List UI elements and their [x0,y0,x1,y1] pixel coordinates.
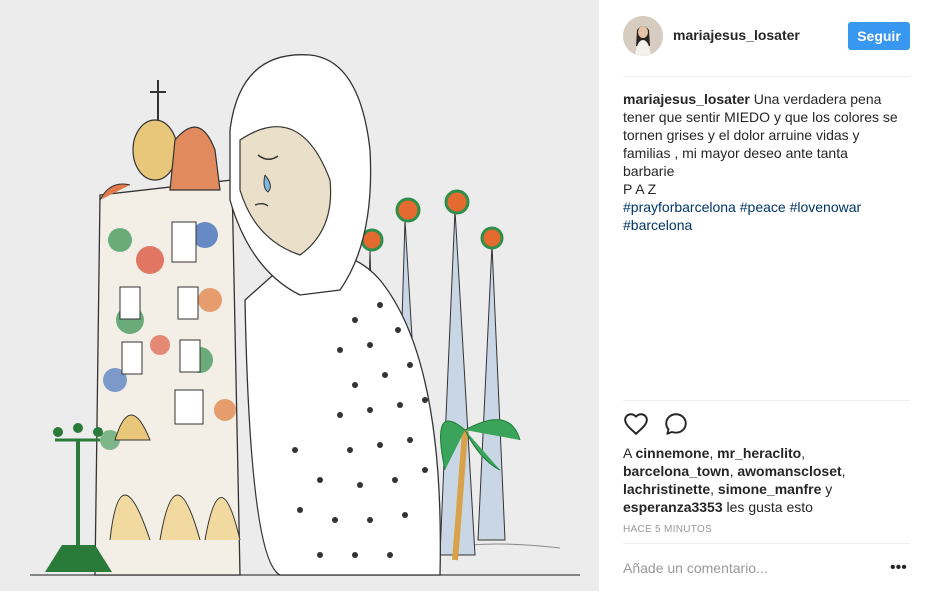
caption-text-line4: familias , mi mayor deseo ante tanta [623,145,848,161]
likes-prefix: A [623,445,632,461]
caption-username-link[interactable]: mariajesus_losater [623,91,750,107]
caption-text-line5: barbarie [623,163,675,179]
liker-link[interactable]: lachristinette [623,481,710,497]
hashtag-link[interactable]: #peace [740,199,786,215]
caption-text-line1: Una verdadera pena [753,91,882,107]
avatar[interactable] [623,16,663,56]
post-actions [623,400,910,441]
likes-summary: A cinnemone, mr_heraclito, barcelona_tow… [623,444,913,516]
liker-link[interactable]: esperanza3353 [623,499,723,515]
hashtag-link[interactable]: #barcelona [623,217,692,233]
more-options-icon[interactable]: ••• [890,558,907,578]
likes-separator: , [710,481,715,497]
liker-link[interactable]: cinnemone [635,445,709,461]
post-timestamp[interactable]: Hace 5 minutos [623,524,712,535]
hashtag-link[interactable]: #lovenowar [790,199,862,215]
avatar-image [623,16,663,56]
caption-text-line2: tener que sentir MIEDO y que los colores… [623,109,898,125]
illustration [0,0,598,591]
comment-icon[interactable] [663,411,689,437]
liker-link[interactable]: mr_heraclito [717,445,801,461]
likes-separator: , [729,463,734,479]
liker-link[interactable]: awomanscloset [737,463,841,479]
post-sidebar: mariajesus_losater Seguir mariajesus_los… [598,0,928,591]
post-header: mariajesus_losater Seguir [623,16,910,77]
likes-separator: , [841,463,846,479]
comment-input[interactable] [623,558,863,578]
post-image[interactable] [0,0,598,591]
likes-separator: , [709,445,714,461]
caption-text-line3: tornen grises y el dolor arruine vidas y [623,127,860,143]
caption-text-line6: P A Z [623,181,657,197]
likes-and: y [825,481,833,497]
likes-suffix: les gusta esto [726,499,813,515]
likes-separator: , [801,445,806,461]
hashtag-link[interactable]: #prayforbarcelona [623,199,736,215]
comment-bar: ••• [623,543,910,592]
post-caption: mariajesus_losater Una verdadera pena te… [623,90,913,234]
liker-link[interactable]: barcelona_town [623,463,730,479]
username-link[interactable]: mariajesus_losater [673,27,800,43]
follow-button[interactable]: Seguir [848,22,910,50]
liker-link[interactable]: simone_manfre [718,481,821,497]
heart-icon[interactable] [623,411,649,437]
post-container: mariajesus_losater Seguir mariajesus_los… [0,0,928,591]
